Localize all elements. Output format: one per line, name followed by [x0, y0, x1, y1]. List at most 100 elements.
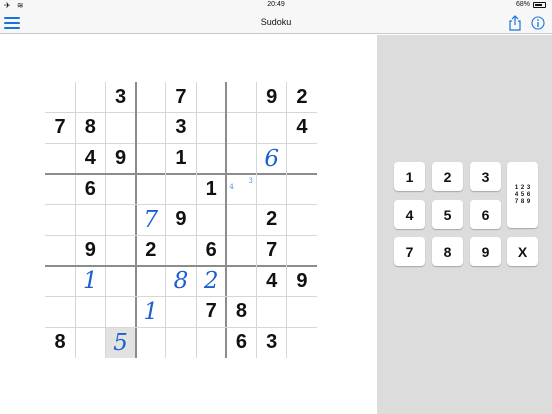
board-cell-r5c9[interactable] — [287, 205, 317, 236]
board-cell-r7c3[interactable] — [105, 266, 135, 297]
board-cell-r2c4[interactable] — [136, 113, 166, 144]
board-cell-r9c2[interactable] — [75, 327, 105, 358]
board-cell-r6c6[interactable]: 6 — [196, 235, 226, 266]
board-cell-r5c7[interactable] — [226, 205, 256, 236]
board-cell-r6c5[interactable] — [166, 235, 196, 266]
status-time: 20:49 — [267, 1, 285, 8]
board-cell-r2c7[interactable] — [226, 113, 256, 144]
board-cell-r5c1[interactable] — [45, 205, 75, 236]
board-cell-r2c8[interactable] — [257, 113, 287, 144]
board-cell-r9c9[interactable] — [287, 327, 317, 358]
board-cell-r9c7[interactable]: 6 — [226, 327, 256, 358]
board-cell-r4c8[interactable] — [257, 174, 287, 205]
board-cell-r9c3[interactable]: 5 — [105, 327, 136, 358]
board-cell-r3c5[interactable]: 1 — [166, 143, 196, 174]
notes-digit: 3 — [526, 184, 531, 191]
board-cell-r3c8[interactable]: 6 — [257, 143, 287, 174]
board-cell-r8c2[interactable] — [75, 297, 105, 328]
board-cell-r2c9[interactable]: 4 — [287, 113, 317, 144]
board-cell-r9c6[interactable] — [196, 327, 226, 358]
board-cell-r6c9[interactable] — [287, 235, 317, 266]
board-cell-r5c3[interactable] — [105, 205, 135, 236]
digit-key-6[interactable]: 6 — [470, 200, 501, 229]
board-cell-r4c6[interactable]: 1 — [196, 174, 226, 205]
board-cell-r7c8[interactable]: 4 — [257, 266, 287, 297]
digit-key-3[interactable]: 3 — [470, 162, 501, 191]
board-cell-r5c5[interactable]: 9 — [166, 205, 196, 236]
digit-key-5[interactable]: 5 — [432, 200, 463, 229]
board-cell-r2c6[interactable] — [196, 113, 226, 144]
board-cell-r8c9[interactable] — [287, 297, 317, 328]
share-icon[interactable] — [508, 15, 522, 31]
board-cell-r4c3[interactable] — [105, 174, 135, 205]
cell-note: 3 — [248, 177, 253, 185]
board-cell-r7c9[interactable]: 9 — [287, 266, 317, 297]
board-cell-r9c5[interactable] — [166, 327, 196, 358]
grid-line-vertical — [256, 82, 258, 358]
board-cell-r6c8[interactable]: 7 — [257, 235, 287, 266]
board-cell-r8c4[interactable]: 1 — [136, 297, 166, 328]
board-cell-r5c8[interactable]: 2 — [257, 205, 287, 236]
board-cell-r6c3[interactable] — [105, 235, 135, 266]
board-cell-r6c1[interactable] — [45, 235, 75, 266]
digit-key-1[interactable]: 1 — [394, 162, 425, 191]
board-cell-r2c3[interactable] — [105, 113, 135, 144]
digit-key-8[interactable]: 8 — [432, 237, 463, 266]
board-cell-r5c6[interactable] — [196, 205, 226, 236]
board-cell-r8c8[interactable] — [257, 297, 287, 328]
board-cell-r9c1[interactable]: 8 — [45, 327, 75, 358]
board-cell-r7c2[interactable]: 1 — [75, 266, 105, 297]
board-cell-r7c6[interactable]: 2 — [196, 266, 226, 297]
digit-key-4[interactable]: 4 — [394, 200, 425, 229]
notes-mode-key[interactable]: 123456789 — [507, 162, 538, 228]
board-cell-r1c7[interactable] — [226, 82, 256, 113]
board-cell-r8c7[interactable]: 8 — [226, 297, 256, 328]
board-cell-r9c8[interactable]: 3 — [257, 327, 287, 358]
board-cell-r7c4[interactable] — [136, 266, 166, 297]
board-cell-r8c1[interactable] — [45, 297, 75, 328]
board-cell-r6c2[interactable]: 9 — [75, 235, 105, 266]
notes-digit: 6 — [526, 191, 531, 198]
board-cell-r1c4[interactable] — [136, 82, 166, 113]
info-icon[interactable] — [531, 16, 545, 30]
board-cell-r7c1[interactable] — [45, 266, 75, 297]
board-cell-r4c1[interactable] — [45, 174, 75, 205]
board-cell-r4c4[interactable] — [136, 174, 166, 205]
board-cell-r3c3[interactable]: 9 — [105, 143, 135, 174]
grid-line-vertical — [74, 82, 76, 358]
digit-key-2[interactable]: 2 — [432, 162, 463, 191]
board-cell-r3c1[interactable] — [45, 143, 75, 174]
board-cell-r4c5[interactable] — [166, 174, 196, 205]
board-cell-r1c9[interactable]: 2 — [287, 82, 317, 113]
board-cell-r1c3[interactable]: 3 — [105, 82, 135, 113]
board-cell-r8c3[interactable] — [105, 297, 135, 328]
board-cell-r4c2[interactable]: 6 — [75, 174, 105, 205]
board-cell-r1c1[interactable] — [45, 82, 75, 113]
board-cell-r6c4[interactable]: 2 — [136, 235, 166, 266]
digit-key-9[interactable]: 9 — [470, 237, 501, 266]
board-cell-r3c4[interactable] — [136, 143, 166, 174]
board-cell-r9c4[interactable] — [136, 327, 166, 358]
board-cell-r2c2[interactable]: 8 — [75, 113, 105, 144]
board-cell-r8c6[interactable]: 7 — [196, 297, 226, 328]
board-cell-r3c9[interactable] — [287, 143, 317, 174]
board-cell-r2c1[interactable]: 7 — [45, 113, 75, 144]
board-cell-r1c8[interactable]: 9 — [257, 82, 287, 113]
board-cell-r3c6[interactable] — [196, 143, 226, 174]
board-cell-r1c6[interactable] — [196, 82, 226, 113]
board-cell-r8c5[interactable] — [166, 297, 196, 328]
board-cell-r3c7[interactable] — [226, 143, 256, 174]
clear-key[interactable]: X — [507, 237, 538, 266]
board-cell-r7c7[interactable] — [226, 266, 256, 297]
grid-line-vertical — [195, 82, 197, 358]
digit-key-7[interactable]: 7 — [394, 237, 425, 266]
board-cell-r2c5[interactable]: 3 — [166, 113, 196, 144]
board-cell-r4c9[interactable] — [287, 174, 317, 205]
board-cell-r5c4[interactable]: 7 — [136, 205, 166, 236]
board-cell-r1c5[interactable]: 7 — [166, 82, 196, 113]
board-cell-r7c5[interactable]: 8 — [166, 266, 196, 297]
board-cell-r5c2[interactable] — [75, 205, 105, 236]
board-cell-r1c2[interactable] — [75, 82, 105, 113]
board-cell-r6c7[interactable] — [226, 235, 256, 266]
board-cell-r3c2[interactable]: 4 — [75, 143, 105, 174]
